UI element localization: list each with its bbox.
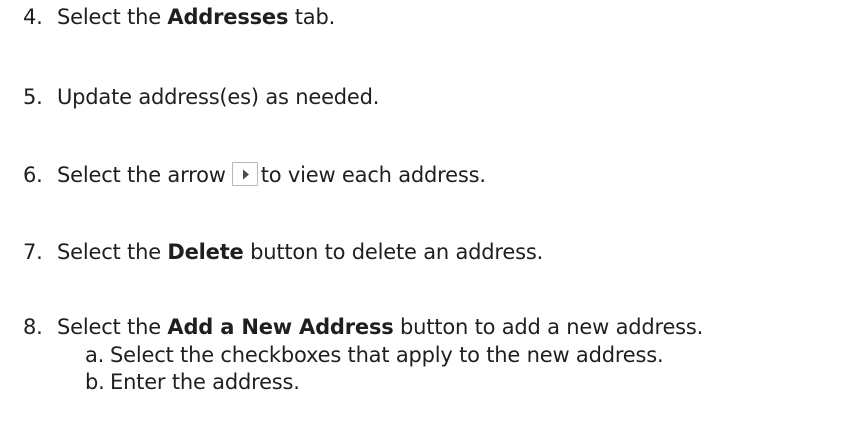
step-number: 4. — [23, 5, 43, 29]
step-text: to view each address. — [260, 163, 486, 187]
bold-term: Add a New Address — [167, 315, 394, 339]
arrow-button — [231, 162, 258, 186]
step-text: button to add a new address. — [393, 315, 704, 339]
step-number: 8. — [23, 315, 43, 339]
substep-text: Enter the address. — [110, 370, 300, 394]
substep-text: Select the checkboxes that apply to the … — [110, 343, 664, 367]
bold-term: Addresses — [167, 5, 289, 29]
step-text: Update address(es) as needed. — [57, 85, 380, 109]
step-number: 5. — [23, 85, 43, 109]
substep-letter: a. — [85, 343, 105, 367]
bold-term: Delete — [167, 240, 244, 264]
step-text: Select the arrow — [57, 163, 226, 187]
play-arrow-icon — [242, 169, 249, 180]
step-text: Select the — [57, 5, 168, 29]
step-text: tab. — [288, 5, 336, 29]
substep-letter: b. — [85, 370, 105, 394]
step-text: button to delete an address. — [243, 240, 544, 264]
step-text: Select the — [57, 315, 168, 339]
step-number: 7. — [23, 240, 43, 264]
step-text: Select the — [57, 240, 168, 264]
step-number: 6. — [23, 163, 43, 187]
